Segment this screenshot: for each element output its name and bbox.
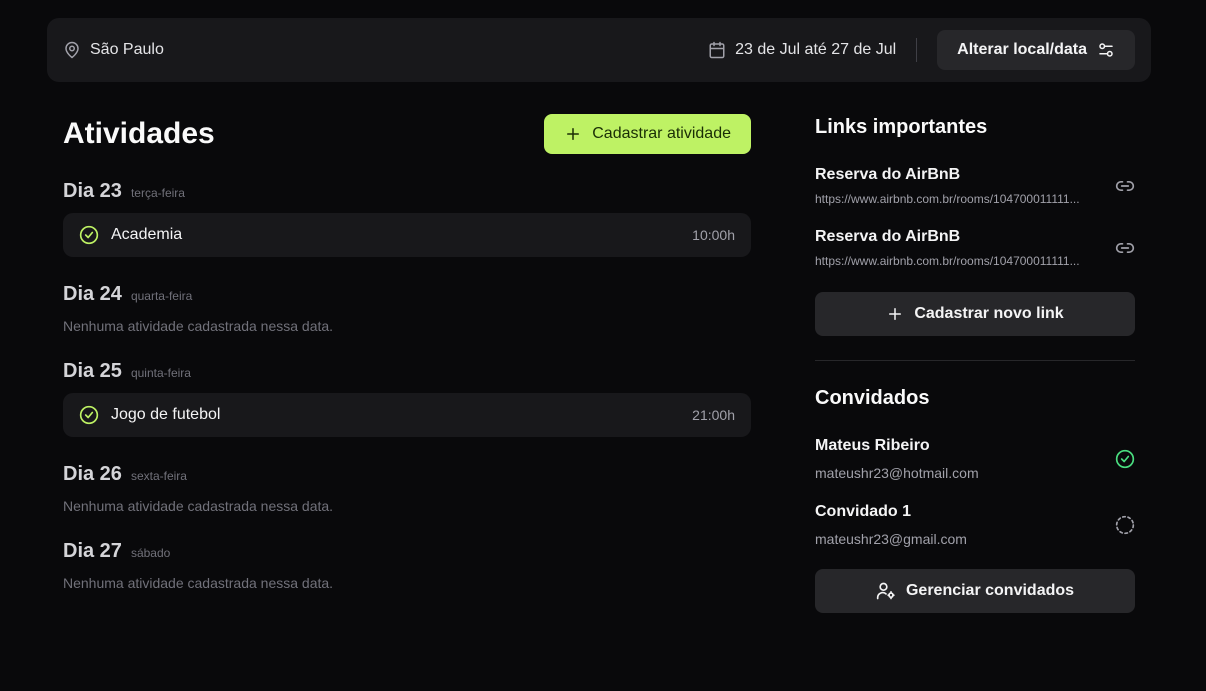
plus-icon: [564, 125, 582, 143]
day-label: Dia 25: [63, 360, 122, 382]
weekday-label: terça-feira: [130, 186, 185, 200]
day-label: Dia 24: [63, 283, 122, 305]
date-display: 23 de Jul até 27 de Jul: [708, 41, 896, 59]
day-group: Dia 24 quarta-feira Nenhuma atividade ca…: [63, 283, 751, 334]
activity-item[interactable]: Jogo de futebol 21:00h: [63, 393, 751, 437]
add-link-button[interactable]: Cadastrar novo link: [815, 292, 1135, 336]
manage-guests-button[interactable]: Gerenciar convidados: [815, 569, 1135, 613]
guests-title: Convidados: [815, 387, 930, 409]
guest-email: mateushr23@gmail.com: [815, 531, 967, 547]
link-name: Reserva do AirBnB: [815, 228, 961, 245]
guest-item: Convidado 1 mateushr23@gmail.com: [815, 503, 1135, 547]
add-activity-button[interactable]: Cadastrar atividade: [544, 114, 751, 154]
activity-item[interactable]: Academia 10:00h: [63, 213, 751, 257]
day-group: Dia 27 sábado Nenhuma atividade cadastra…: [63, 540, 751, 591]
guest-item: Mateus Ribeiro mateushr23@hotmail.com: [815, 437, 1135, 481]
guest-email: mateushr23@hotmail.com: [815, 465, 979, 481]
plus-icon: [886, 305, 904, 323]
link-item: Reserva do AirBnB https://www.airbnb.com…: [815, 166, 1135, 206]
weekday-label: sexta-feira: [130, 469, 187, 483]
sidebar: Links importantes Reserva do AirBnB http…: [815, 114, 1135, 613]
settings-sliders-icon: [1097, 41, 1115, 59]
confirmed-check-icon: [1115, 449, 1135, 469]
activities-section: Atividades Cadastrar atividade Dia 23 te…: [63, 114, 751, 591]
change-location-date-button[interactable]: Alterar local/data: [937, 30, 1135, 70]
pending-dashed-circle-icon: [1115, 515, 1135, 535]
section-divider: [815, 360, 1135, 361]
trip-header: São Paulo 23 de Jul até 27 de Jul Altera…: [47, 18, 1151, 82]
day-group: Dia 25 quinta-feira Jogo de futebol 21:0…: [63, 360, 751, 437]
link-name: Reserva do AirBnB: [815, 166, 961, 183]
location-text: São Paulo: [90, 41, 164, 58]
activity-title: Academia: [111, 226, 183, 243]
header-divider: [916, 38, 918, 62]
activity-title: Jogo de futebol: [111, 406, 221, 423]
activity-time: 21:00h: [692, 407, 735, 423]
manage-guests-label: Gerenciar convidados: [905, 582, 1075, 599]
empty-activities-text: Nenhuma atividade cadastrada nessa data.: [63, 575, 334, 591]
guest-name: Mateus Ribeiro: [815, 437, 930, 454]
day-group: Dia 23 terça-feira Academia 10:00h: [63, 180, 751, 257]
guest-name: Convidado 1: [815, 503, 912, 520]
empty-activities-text: Nenhuma atividade cadastrada nessa data.: [63, 498, 334, 514]
link-icon[interactable]: [1115, 176, 1135, 196]
add-link-label: Cadastrar novo link: [914, 305, 1064, 322]
weekday-label: quinta-feira: [130, 366, 191, 380]
day-label: Dia 27: [63, 540, 122, 562]
calendar-icon: [708, 41, 726, 59]
activities-title: Atividades: [63, 117, 215, 150]
activity-time: 10:00h: [692, 227, 735, 243]
date-range-text: 23 de Jul até 27 de Jul: [735, 41, 897, 58]
day-label: Dia 26: [63, 463, 122, 485]
link-url[interactable]: https://www.airbnb.com.br/rooms/10470001…: [815, 254, 1105, 268]
location-display: São Paulo: [63, 41, 708, 59]
weekday-label: sábado: [130, 546, 171, 560]
add-activity-label: Cadastrar atividade: [592, 125, 731, 142]
link-icon[interactable]: [1115, 238, 1135, 258]
check-circle-icon: [79, 225, 99, 245]
change-button-label: Alterar local/data: [957, 41, 1087, 58]
map-pin-icon: [63, 41, 81, 59]
check-circle-icon: [79, 405, 99, 425]
link-item: Reserva do AirBnB https://www.airbnb.com…: [815, 228, 1135, 268]
links-title: Links importantes: [815, 116, 988, 138]
user-cog-icon: [876, 581, 896, 601]
day-label: Dia 23: [63, 180, 122, 202]
day-group: Dia 26 sexta-feira Nenhuma atividade cad…: [63, 463, 751, 514]
weekday-label: quarta-feira: [130, 289, 193, 303]
empty-activities-text: Nenhuma atividade cadastrada nessa data.: [63, 318, 334, 334]
link-url[interactable]: https://www.airbnb.com.br/rooms/10470001…: [815, 192, 1105, 206]
